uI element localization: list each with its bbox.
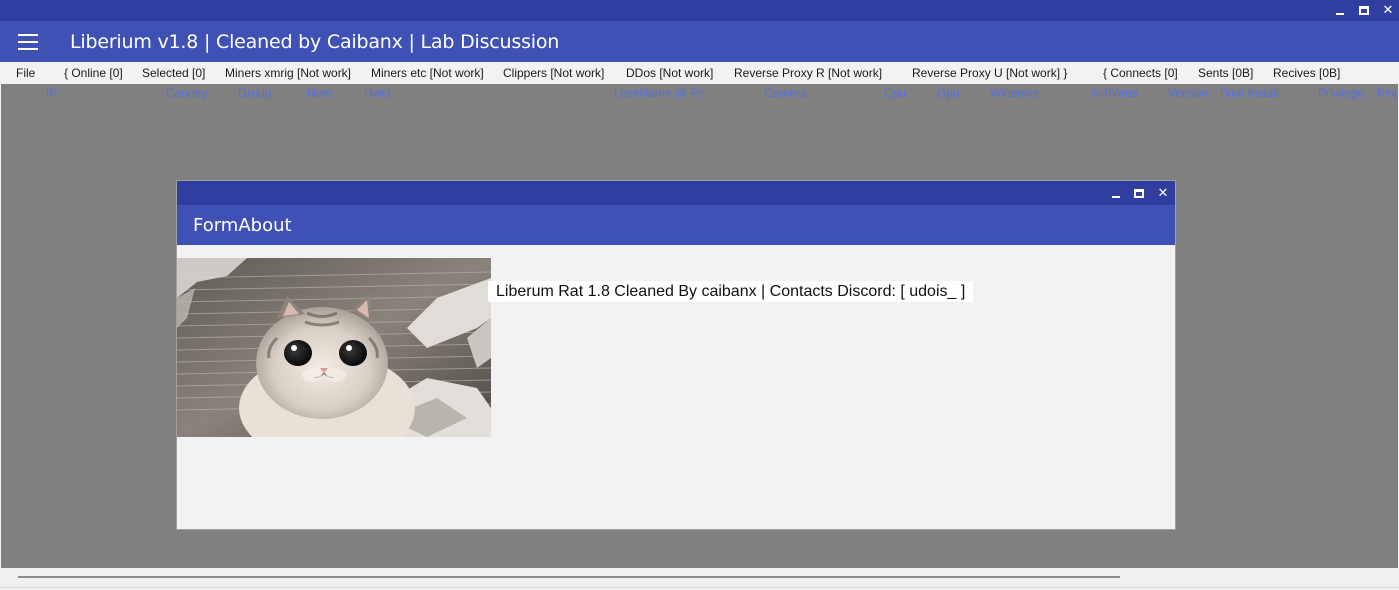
about-dialog: ✕ FormAbout Liberum Rat 1.8 Cleaned By c… <box>176 180 1176 530</box>
about-text: Liberum Rat 1.8 Cleaned By caibanx | Con… <box>488 281 974 302</box>
window-titlebar[interactable]: ✕ <box>0 0 1399 21</box>
menu-item-reverse-proxy-u[interactable]: Reverse Proxy U [Not work] } <box>912 66 1067 80</box>
close-icon: ✕ <box>1382 2 1394 17</box>
column-header-antivirus[interactable]: AntiVirus <box>1090 86 1138 100</box>
minimize-button[interactable] <box>1330 1 1350 19</box>
column-header-note[interactable]: Note <box>307 86 332 100</box>
maximize-icon <box>1359 5 1369 15</box>
divider <box>0 587 1399 588</box>
dialog-close-button[interactable]: ✕ <box>1153 184 1173 202</box>
menu-item-recives[interactable]: Recives [0B] <box>1273 66 1340 80</box>
menu-bar: File { Online [0] Selected [0] Miners xm… <box>0 62 1399 84</box>
column-header-version[interactable]: Version <box>1168 86 1208 100</box>
status-bar <box>0 568 1399 590</box>
hamburger-menu-icon[interactable] <box>18 34 38 50</box>
cat-photo <box>177 258 491 437</box>
dialog-minimize-button[interactable] <box>1106 184 1126 202</box>
menu-item-clippers[interactable]: Clippers [Not work] <box>503 66 604 80</box>
menu-item-file[interactable]: File <box>16 66 35 80</box>
menu-item-miners-etc[interactable]: Miners etc [Not work] <box>371 66 484 80</box>
horizontal-scrollbar[interactable] <box>18 576 1120 578</box>
menu-item-sents[interactable]: Sents [0B] <box>1198 66 1253 80</box>
app-title: Liberium v1.8 | Cleaned by Caibanx | Lab… <box>70 31 560 53</box>
dialog-title: FormAbout <box>193 215 292 236</box>
dialog-titlebar[interactable]: ✕ <box>177 181 1175 205</box>
column-header-country[interactable]: Country <box>166 86 208 100</box>
maximize-icon <box>1134 188 1144 198</box>
minimize-icon <box>1336 13 1344 15</box>
dialog-header: FormAbout <box>177 205 1175 245</box>
column-header-camera[interactable]: Camera <box>764 86 807 100</box>
column-header-ip[interactable]: IP <box>46 86 57 100</box>
menu-item-online[interactable]: { Online [0] <box>64 66 123 80</box>
close-icon: ✕ <box>1157 185 1169 200</box>
column-header-time-install[interactable]: Time Install <box>1218 86 1279 100</box>
menu-item-miners-xmrig[interactable]: Miners xmrig [Not work] <box>225 66 351 80</box>
menu-item-connects[interactable]: { Connects [0] <box>1103 66 1178 80</box>
close-button[interactable]: ✕ <box>1378 1 1398 19</box>
minimize-icon <box>1112 196 1120 198</box>
menu-item-ddos[interactable]: DDos [Not work] <box>626 66 713 80</box>
menu-item-selected[interactable]: Selected [0] <box>142 66 205 80</box>
column-header-group[interactable]: Group <box>238 86 271 100</box>
dialog-maximize-button[interactable] <box>1129 184 1149 202</box>
column-header-cpu[interactable]: Cpu <box>884 86 906 100</box>
column-header-windows[interactable]: Windows <box>990 86 1039 100</box>
maximize-button[interactable] <box>1354 1 1374 19</box>
column-header-gpu[interactable]: Gpu <box>937 86 960 100</box>
app-header: Liberium v1.8 | Cleaned by Caibanx | Lab… <box>0 21 1399 62</box>
menu-item-reverse-proxy-r[interactable]: Reverse Proxy R [Not work] <box>734 66 882 80</box>
column-header-ping[interactable]: Ping <box>1377 86 1398 100</box>
column-header-hwid[interactable]: Hwid <box>364 86 391 100</box>
column-header-privilege[interactable]: Privilege <box>1318 86 1364 100</box>
column-header-username[interactable]: UserName @ Pc <box>614 86 704 100</box>
